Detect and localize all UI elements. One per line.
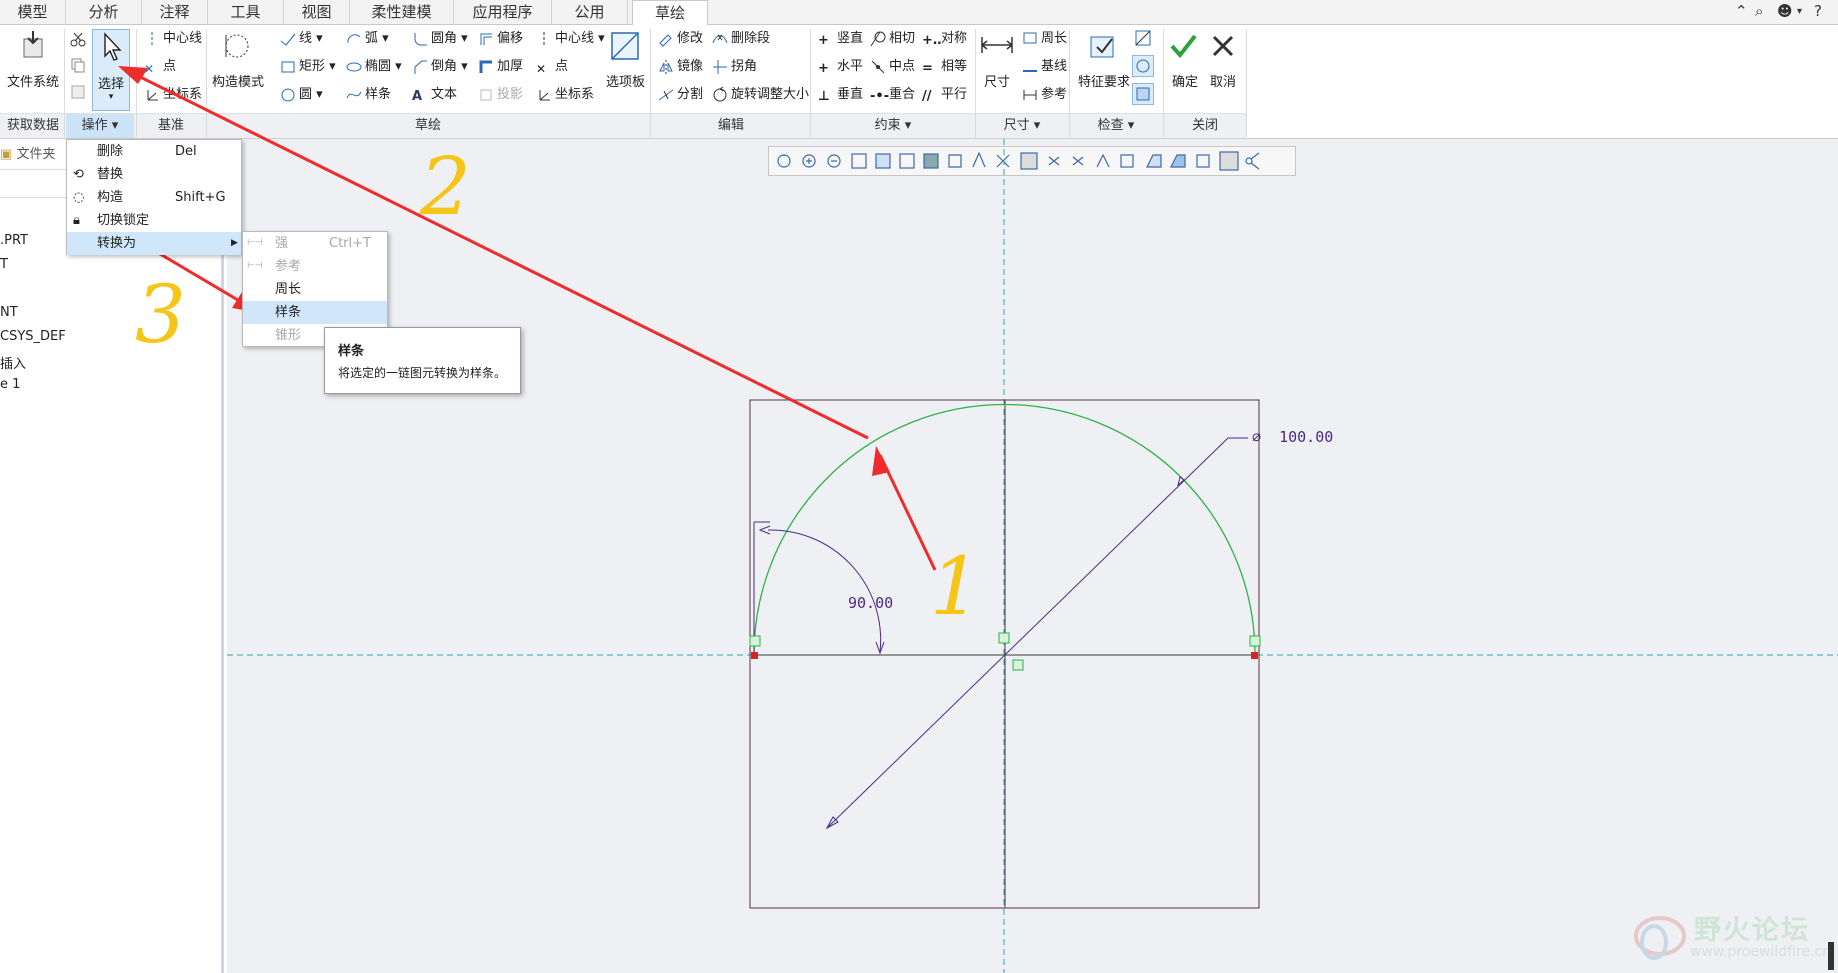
constraint-symbol[interactable] [749,635,761,647]
annotation-arrow-2-head [118,66,148,84]
watermark-title: 野火论坛 [1694,915,1810,946]
menu-item-toggle-lock[interactable]: 🔒︎ 切换锁定 [67,209,241,232]
chevron-right-icon: ▶ [231,238,238,248]
strong-dim-icon: ⊢⊣ [247,238,263,248]
replace-icon: ⟲ [73,167,84,182]
watermark-logo-icon [1630,908,1690,971]
lock-icon: 🔒︎ [73,213,80,228]
angle-dimension-arc[interactable] [767,529,882,653]
menu-item-construction[interactable]: ◌ 构造 Shift+G [67,186,241,209]
annotation-number-2: 2 [420,140,471,233]
constraint-symbol[interactable] [1249,635,1261,647]
construction-icon: ◌ [73,190,85,205]
scrollbar-thumb[interactable] [1828,942,1834,970]
angle-dimension[interactable]: 90.00 [848,594,893,612]
menu-item-convert-to[interactable]: 转换为 ▶ [67,232,241,255]
menu-item-spline[interactable]: 样条 [243,301,387,324]
diameter-dimension[interactable]: ⌀ 100.00 [1252,428,1333,446]
diameter-dimension-line[interactable] [826,437,1229,829]
sketch-overlay [118,66,1838,973]
annotation-arrow-1-head [872,446,890,476]
menu-item-perimeter[interactable]: 周长 [243,278,387,301]
annotation-number-3: 3 [135,268,186,361]
menu-item-delete[interactable]: 删除 Del [67,140,241,163]
diameter-symbol-icon: ⌀ [1252,428,1262,446]
menu-item-replace[interactable]: ⟲ 替换 [67,163,241,186]
tooltip-title: 样条 [338,344,365,359]
constraint-symbol[interactable] [1012,659,1024,671]
endpoint-marker[interactable] [1251,652,1258,659]
spline-tooltip: 样条 将选定的一链图元转换为样条。 [324,327,521,394]
watermark-url: www.proewildfire.cn [1690,944,1832,960]
operations-dropdown-menu: 删除 Del ⟲ 替换 ◌ 构造 Shift+G 🔒︎ 切换锁定 转换为 ▶ [66,139,242,255]
menu-item-strong[interactable]: ⊢⊣ 强 Ctrl+T [243,232,387,255]
reference-dim-icon: ⊢⊣ [247,261,263,271]
endpoint-marker[interactable] [751,652,758,659]
constraint-symbol[interactable] [998,632,1010,644]
annotation-number-1: 1 [930,540,981,633]
menu-item-reference[interactable]: ⊢⊣ 参考 [243,255,387,278]
tooltip-description: 将选定的一链图元转换为样条。 [338,366,507,380]
